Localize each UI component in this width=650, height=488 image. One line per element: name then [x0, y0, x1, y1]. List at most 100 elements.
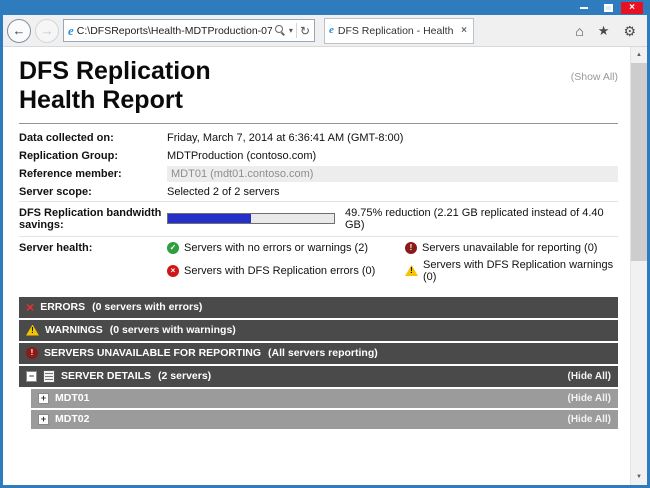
- close-icon: ×: [629, 3, 635, 13]
- title-divider: [19, 123, 618, 124]
- server-row-mdt01[interactable]: + MDT01 (Hide All): [31, 389, 618, 408]
- field-value: 49.75% reduction (2.21 GB replicated ins…: [167, 207, 618, 231]
- expand-icon[interactable]: +: [38, 393, 49, 404]
- back-button[interactable]: ←: [7, 19, 31, 43]
- section-detail: (All servers reporting): [268, 347, 378, 359]
- page-title: DFS Replication Health Report: [19, 57, 630, 115]
- unavailable-circle-icon: !: [26, 347, 38, 359]
- field-label: DFS Replication bandwidth savings:: [19, 207, 167, 231]
- back-arrow-icon: ←: [13, 23, 26, 38]
- error-x-icon: ×: [26, 300, 34, 314]
- health-item-label: Servers with DFS Replication warnings (0…: [423, 259, 618, 283]
- maximize-button[interactable]: [597, 2, 619, 14]
- field-bandwidth-savings: DFS Replication bandwidth savings: 49.75…: [19, 201, 618, 237]
- section-title: WARNINGS: [45, 324, 103, 336]
- browser-frame: ← → e C:\DFSReports\Health-MDTProduction…: [3, 15, 647, 485]
- section-detail: (2 servers): [158, 370, 211, 382]
- address-dropdown-icon[interactable]: ▾: [289, 26, 293, 35]
- exclaim-glyph: !: [31, 327, 34, 336]
- forward-button[interactable]: →: [35, 19, 59, 43]
- field-data-collected: Data collected on: Friday, March 7, 2014…: [19, 129, 618, 147]
- address-input[interactable]: C:\DFSReports\Health-MDTProduction-07M: [77, 25, 272, 37]
- minimize-icon: [580, 7, 588, 9]
- tab-title: DFS Replication - Health Re...: [338, 25, 455, 37]
- health-item-warnings: ! Servers with DFS Replication warnings …: [405, 259, 618, 283]
- section-title: SERVERS UNAVAILABLE FOR REPORTING: [44, 347, 261, 359]
- page-title-line1: DFS Replication: [19, 57, 630, 86]
- field-server-scope: Server scope: Selected 2 of 2 servers: [19, 183, 618, 201]
- expand-icon[interactable]: +: [38, 414, 49, 425]
- exclaim-glyph: !: [31, 349, 34, 357]
- field-label: Reference member:: [19, 168, 167, 180]
- home-icon[interactable]: ⌂: [570, 24, 588, 38]
- hide-all-link[interactable]: (Hide All): [567, 393, 611, 404]
- close-button[interactable]: ×: [621, 2, 643, 14]
- hide-all-link[interactable]: (Hide All): [567, 371, 611, 382]
- address-bar[interactable]: e C:\DFSReports\Health-MDTProduction-07M…: [63, 19, 315, 42]
- scrollbar-track[interactable]: [631, 261, 647, 469]
- refresh-icon[interactable]: ↻: [300, 25, 310, 37]
- scroll-down-icon: ▼: [636, 474, 642, 480]
- field-value: Selected 2 of 2 servers: [167, 186, 618, 198]
- bandwidth-text: 49.75% reduction (2.21 GB replicated ins…: [345, 207, 618, 231]
- exclaim-glyph: !: [410, 267, 413, 276]
- section-warnings-bar[interactable]: ! WARNINGS (0 servers with warnings): [19, 320, 618, 341]
- tools-gear-icon[interactable]: ⚙: [618, 24, 641, 38]
- field-replication-group: Replication Group: MDTProduction (contos…: [19, 147, 618, 165]
- cross-glyph: ×: [171, 267, 176, 275]
- error-circle-icon: ×: [167, 265, 179, 277]
- scrollbar-thumb[interactable]: [631, 63, 647, 261]
- warning-triangle-icon: !: [26, 325, 39, 336]
- field-label: Data collected on:: [19, 132, 167, 144]
- show-all-link[interactable]: (Show All): [571, 71, 618, 83]
- browser-window: × ← → e C:\DFSReports\Health-MDTProducti…: [0, 0, 650, 488]
- scrollbar-up-button[interactable]: ▲: [631, 47, 647, 63]
- content-area: (Show All) DFS Replication Health Report…: [3, 47, 647, 485]
- tab-favicon: e: [329, 25, 334, 36]
- field-label: Server scope:: [19, 186, 167, 198]
- report-sections: × ERRORS (0 servers with errors) ! WARNI…: [19, 297, 618, 429]
- server-name: MDT01: [55, 392, 89, 404]
- forward-arrow-icon: →: [41, 23, 54, 38]
- warning-triangle-icon: !: [405, 265, 418, 276]
- health-item-unavailable: ! Servers unavailable for reporting (0): [405, 242, 618, 254]
- unavailable-circle-icon: !: [405, 242, 417, 254]
- address-divider: [296, 23, 297, 38]
- health-item-label: Servers with no errors or warnings (2): [184, 242, 368, 254]
- server-icon: [43, 370, 55, 383]
- tab-dfs-report[interactable]: e DFS Replication - Health Re... ×: [324, 18, 474, 44]
- field-value: Friday, March 7, 2014 at 6:36:41 AM (GMT…: [167, 132, 618, 144]
- server-name: MDT02: [55, 413, 89, 425]
- section-errors-bar[interactable]: × ERRORS (0 servers with errors): [19, 297, 618, 318]
- health-item-errors: × Servers with DFS Replication errors (0…: [167, 259, 405, 283]
- report-page: (Show All) DFS Replication Health Report…: [3, 47, 630, 485]
- hide-all-link[interactable]: (Hide All): [567, 414, 611, 425]
- favorites-star-icon[interactable]: ★: [593, 24, 615, 37]
- tab-close-icon[interactable]: ×: [459, 25, 469, 36]
- scroll-up-icon: ▲: [636, 52, 642, 58]
- server-row-mdt02[interactable]: + MDT02 (Hide All): [31, 410, 618, 429]
- collapse-icon[interactable]: −: [26, 371, 37, 382]
- section-server-details-bar[interactable]: − SERVER DETAILS (2 servers) (Hide All): [19, 366, 618, 387]
- exclaim-glyph: !: [410, 244, 413, 252]
- check-circle-icon: ✓: [167, 242, 179, 254]
- health-item-label: Servers with DFS Replication errors (0): [184, 265, 375, 277]
- browser-toolbar: ← → e C:\DFSReports\Health-MDTProduction…: [3, 15, 647, 47]
- section-unavailable-bar[interactable]: ! SERVERS UNAVAILABLE FOR REPORTING (All…: [19, 343, 618, 364]
- section-title: ERRORS: [40, 301, 85, 313]
- scrollbar[interactable]: ▲ ▼: [630, 47, 647, 485]
- page-title-line2: Health Report: [19, 86, 630, 115]
- field-value: MDTProduction (contoso.com): [167, 150, 618, 162]
- maximize-icon: [604, 4, 613, 12]
- search-icon[interactable]: [275, 25, 286, 36]
- section-detail: (0 servers with warnings): [110, 324, 236, 336]
- bandwidth-progress-fill: [168, 214, 251, 223]
- health-item-label: Servers unavailable for reporting (0): [422, 242, 597, 254]
- report-summary: Data collected on: Friday, March 7, 2014…: [19, 129, 618, 286]
- server-health-legend: ✓ Servers with no errors or warnings (2)…: [167, 242, 618, 283]
- ie-logo-icon: e: [68, 24, 74, 37]
- minimize-button[interactable]: [573, 2, 595, 14]
- field-server-health: Server health: ✓ Servers with no errors …: [19, 237, 618, 286]
- window-caption: ×: [573, 2, 643, 14]
- scrollbar-down-button[interactable]: ▼: [631, 469, 647, 485]
